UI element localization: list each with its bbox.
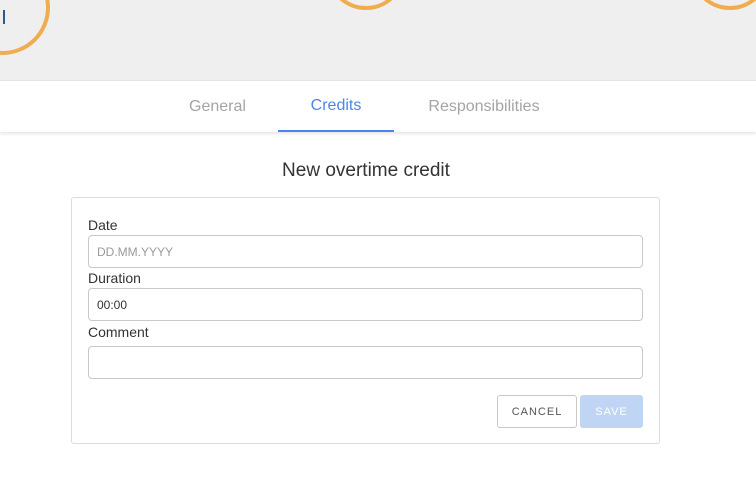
circle-decoration-icon xyxy=(690,0,756,10)
tab-general[interactable]: General xyxy=(170,81,265,132)
duration-label: Duration xyxy=(88,270,141,286)
cancel-button[interactable]: CANCEL xyxy=(497,395,577,428)
tab-credits[interactable]: Credits xyxy=(278,81,394,132)
tab-bar: General Credits Responsibilities xyxy=(0,80,756,132)
header-banner xyxy=(0,0,756,80)
overtime-credit-form: Date Duration Comment CANCEL SAVE xyxy=(71,197,660,444)
duration-input[interactable] xyxy=(88,288,643,321)
comment-input[interactable] xyxy=(88,346,643,379)
avatar-mark xyxy=(3,10,5,24)
date-label: Date xyxy=(88,217,118,233)
date-input[interactable] xyxy=(88,235,643,268)
tab-responsibilities[interactable]: Responsibilities xyxy=(406,81,562,132)
comment-label: Comment xyxy=(88,324,149,340)
save-button[interactable]: SAVE xyxy=(580,395,643,428)
circle-decoration-icon xyxy=(326,0,406,10)
form-title: New overtime credit xyxy=(282,160,450,181)
circle-decoration-icon xyxy=(0,0,50,55)
